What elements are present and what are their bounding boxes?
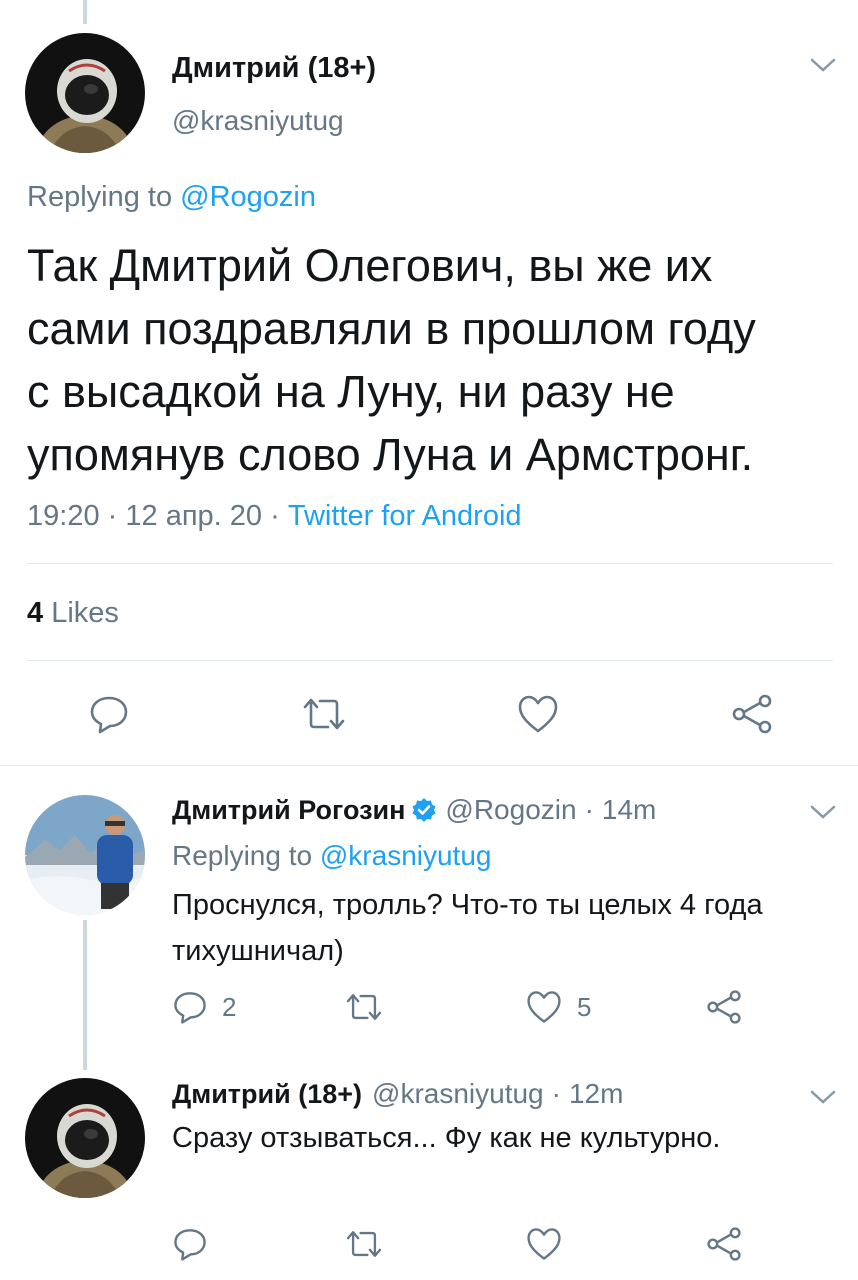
tweet-text: Так Дмитрий Олегович, вы же их сами позд… — [27, 234, 756, 486]
replying-to-prefix: Replying to — [172, 840, 313, 871]
reply2-text: Сразу отзываться... Фу как не культурно. — [172, 1122, 721, 1154]
verified-badge-icon — [411, 797, 437, 823]
replying-to-line: Replying to @Rogozin — [27, 181, 316, 214]
reply1-display-name[interactable]: Дмитрий Рогозин — [172, 795, 405, 826]
reply2-header: Дмитрий (18+) @krasniyutug · 12m — [172, 1078, 623, 1110]
retweet-icon — [343, 1226, 385, 1262]
share-icon — [730, 693, 774, 735]
reply1-like-count: 5 — [577, 991, 592, 1022]
reply1-text-line: Проснулся, тролль? Что-то ты целых 4 год… — [172, 889, 763, 921]
tweet-time: 19:20 — [27, 500, 100, 532]
tweet-text-line: упомянув слово Луна и Армстронг. — [27, 429, 754, 480]
separator: · — [551, 1078, 561, 1109]
likes-count-link[interactable]: 4 Likes — [27, 597, 119, 630]
reply1-handle[interactable]: @Rogozin — [445, 794, 576, 826]
reply1-reply-count: 2 — [222, 991, 237, 1022]
reply1-replying-to: Replying to @krasniyutug — [172, 840, 491, 872]
replying-to-prefix: Replying to — [27, 181, 173, 213]
handle[interactable]: @krasniyutug — [172, 105, 344, 137]
display-name[interactable]: Дмитрий (18+) — [172, 52, 376, 85]
reply2-age: 12m — [568, 1078, 624, 1109]
reply2-like-button[interactable] — [525, 1226, 563, 1262]
replying-to-link[interactable]: @Rogozin — [180, 181, 316, 213]
share-icon — [705, 1226, 743, 1262]
like-icon — [516, 693, 560, 735]
retweet-icon — [299, 693, 349, 735]
avatar-krasniyutug[interactable] — [25, 33, 145, 153]
divider — [27, 563, 833, 564]
tweet-meta: 19:20 · 12 апр. 20 · Twitter for Android — [27, 500, 522, 533]
like-icon — [525, 989, 563, 1025]
reply2-retweet-button[interactable] — [343, 1226, 385, 1262]
tweet-text-line: с высадкой на Луну, ни разу не — [27, 366, 675, 417]
like-button[interactable] — [516, 693, 560, 735]
reply1-reply-button[interactable]: 2 — [172, 989, 236, 1025]
thread-line-top — [83, 0, 87, 24]
retweet-button[interactable] — [299, 693, 349, 735]
reply1-like-button[interactable]: 5 — [525, 989, 591, 1025]
likes-count: 4 — [27, 597, 44, 629]
reply2-display-name[interactable]: Дмитрий (18+) — [172, 1079, 362, 1110]
reply-button[interactable] — [88, 693, 130, 735]
reply-icon — [172, 989, 208, 1025]
reply1-share-button[interactable] — [705, 989, 743, 1025]
tweet-text-line: Так Дмитрий Олегович, вы же их — [27, 240, 713, 291]
reply2-reply-button[interactable] — [172, 1226, 208, 1262]
reply1-age: 14m — [601, 794, 657, 825]
tweet-text-line: сами поздравляли в прошлом году — [27, 303, 756, 354]
separator: · — [107, 500, 118, 532]
separator: · — [270, 500, 280, 532]
reply1-retweet-button[interactable] — [343, 989, 385, 1025]
thread-line-connector — [83, 920, 87, 1070]
reply1-header: Дмитрий Рогозин @Rogozin · 14m — [172, 794, 656, 826]
likes-label: Likes — [51, 597, 119, 629]
divider — [0, 765, 858, 766]
reply1-text-line: тихушничал) — [172, 935, 344, 967]
share-button[interactable] — [730, 693, 774, 735]
chevron-down-icon[interactable] — [810, 57, 836, 78]
like-icon — [525, 1226, 563, 1262]
avatar-krasniyutug[interactable] — [25, 1078, 145, 1198]
reply-icon — [172, 1226, 208, 1262]
chevron-down-icon[interactable] — [810, 804, 836, 825]
divider — [27, 660, 833, 661]
tweet-date: 12 апр. 20 — [125, 500, 263, 532]
reply2-handle[interactable]: @krasniyutug — [372, 1078, 544, 1110]
share-icon — [705, 989, 743, 1025]
avatar-rogozin[interactable] — [25, 795, 145, 915]
reply-icon — [88, 693, 130, 735]
chevron-down-icon[interactable] — [810, 1089, 836, 1110]
replying-to-link[interactable]: @krasniyutug — [320, 840, 492, 871]
retweet-icon — [343, 989, 385, 1025]
separator: · — [584, 794, 594, 825]
tweet-client-link[interactable]: Twitter for Android — [288, 500, 522, 532]
reply1-text: Проснулся, тролль? Что-то ты целых 4 год… — [172, 882, 763, 974]
reply2-share-button[interactable] — [705, 1226, 743, 1262]
